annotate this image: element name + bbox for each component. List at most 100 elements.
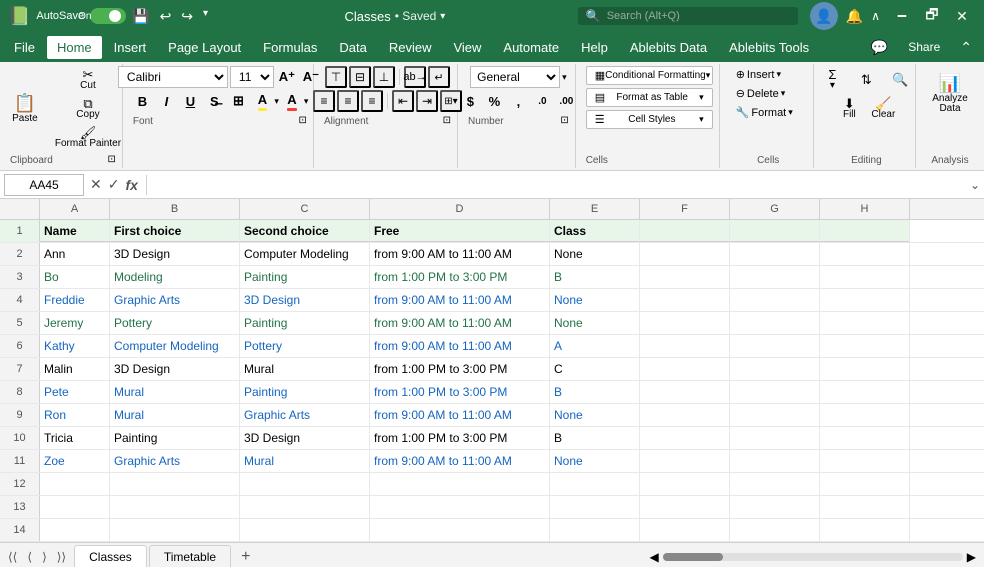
row-number[interactable]: 4 — [0, 289, 40, 311]
col-header-f[interactable]: F — [640, 199, 730, 219]
grid-cell[interactable]: None — [550, 404, 640, 426]
grid-cell[interactable] — [640, 427, 730, 449]
cell-reference-input[interactable] — [4, 174, 84, 196]
add-sheet-button[interactable]: + — [233, 548, 258, 566]
grid-cell[interactable] — [730, 358, 820, 380]
font-expand[interactable]: ⊡ — [299, 115, 307, 126]
grid-cell[interactable]: Painting — [240, 266, 370, 288]
share-button[interactable]: Share — [900, 36, 948, 58]
col-header-e[interactable]: E — [550, 199, 640, 219]
increase-font-button[interactable]: A⁺ — [276, 66, 298, 88]
grid-cell[interactable] — [40, 519, 110, 541]
scroll-left-button[interactable]: ◀ — [650, 550, 659, 564]
grid-cell[interactable] — [550, 519, 640, 541]
italic-button[interactable]: I — [155, 90, 177, 112]
fill-color-button[interactable]: A — [251, 90, 273, 112]
formula-expand-button[interactable]: ⌄ — [970, 178, 980, 192]
menu-view[interactable]: View — [443, 36, 491, 59]
grid-cell[interactable]: Painting — [240, 312, 370, 334]
grid-cell[interactable] — [730, 496, 820, 518]
grid-cell[interactable]: Malin — [40, 358, 110, 380]
grid-cell[interactable] — [820, 450, 910, 472]
table-row[interactable]: 7Malin3D DesignMuralfrom 1:00 PM to 3:00… — [0, 358, 984, 381]
header-cell[interactable]: Name — [40, 220, 110, 242]
grid-cell[interactable] — [730, 289, 820, 311]
grid-cell[interactable] — [820, 266, 910, 288]
grid-cell[interactable]: from 9:00 AM to 11:00 AM — [370, 450, 550, 472]
menu-automate[interactable]: Automate — [493, 36, 569, 59]
copy-button[interactable]: ⧉ Copy — [51, 95, 125, 122]
sheet-tab-next[interactable]: ⟩ — [38, 548, 51, 566]
conditional-formatting-button[interactable]: ▦ Conditional Formatting ▾ — [586, 66, 713, 85]
row-number[interactable]: 14 — [0, 519, 40, 541]
font-name-select[interactable]: Calibri — [118, 66, 228, 88]
grid-cell[interactable] — [640, 358, 730, 380]
grid-cell[interactable] — [640, 404, 730, 426]
grid-cell[interactable]: Painting — [240, 381, 370, 403]
alignment-expand[interactable]: ⊡ — [443, 115, 451, 126]
menu-formulas[interactable]: Formulas — [253, 36, 327, 59]
col-header-g[interactable]: G — [730, 199, 820, 219]
share-icon[interactable]: 🔔 — [846, 8, 863, 25]
row-number[interactable]: 6 — [0, 335, 40, 357]
comma-button[interactable]: , — [507, 90, 529, 112]
grid-cell[interactable] — [240, 519, 370, 541]
grid-cell[interactable] — [730, 473, 820, 495]
grid-cell[interactable] — [640, 335, 730, 357]
header-cell[interactable] — [730, 220, 820, 242]
grid-cell[interactable] — [640, 381, 730, 403]
format-dropdown[interactable]: ▾ — [788, 107, 793, 118]
sum-button[interactable]: Σ ▾ — [816, 66, 848, 93]
title-dropdown[interactable]: ▾ — [440, 11, 445, 22]
grid-cell[interactable]: Ron — [40, 404, 110, 426]
grid-cell[interactable]: 3D Design — [110, 243, 240, 265]
comments-icon[interactable]: 💬 — [863, 35, 896, 60]
indent-increase-button[interactable]: ⇥ — [416, 90, 438, 112]
grid-cell[interactable]: from 1:00 PM to 3:00 PM — [370, 427, 550, 449]
autosave-toggle[interactable]: On — [90, 8, 126, 24]
grid-cell[interactable] — [820, 243, 910, 265]
grid-cell[interactable] — [820, 519, 910, 541]
top-align-button[interactable]: ⊤ — [325, 66, 347, 88]
grid-cell[interactable]: from 9:00 AM to 11:00 AM — [370, 312, 550, 334]
font-color-dropdown[interactable]: ▾ — [304, 96, 309, 107]
grid-cell[interactable] — [110, 496, 240, 518]
header-cell[interactable] — [820, 220, 910, 242]
grid-cell[interactable]: B — [550, 427, 640, 449]
format-table-dropdown[interactable]: ▾ — [699, 92, 704, 103]
fill-button[interactable]: ⬇ Fill — [833, 95, 865, 122]
grid-cell[interactable] — [730, 427, 820, 449]
minimize-button[interactable]: 🗕 — [888, 6, 916, 26]
sheet-tab-timetable[interactable]: Timetable — [149, 545, 231, 567]
menu-ablebits-data[interactable]: Ablebits Data — [620, 36, 717, 59]
grid-cell[interactable]: from 1:00 PM to 3:00 PM — [370, 381, 550, 403]
indent-decrease-button[interactable]: ⇤ — [392, 90, 414, 112]
grid-cell[interactable] — [550, 473, 640, 495]
table-row[interactable]: 1NameFirst choiceSecond choiceFreeClass — [0, 220, 984, 243]
underline-button[interactable]: U — [179, 90, 201, 112]
clipboard-expand[interactable]: ⊡ — [108, 154, 116, 165]
grid-body[interactable]: 1NameFirst choiceSecond choiceFreeClass2… — [0, 220, 984, 542]
grid-cell[interactable] — [640, 289, 730, 311]
grid-cell[interactable] — [820, 289, 910, 311]
insert-button[interactable]: ⊕ Insert ▾ — [730, 66, 807, 83]
row-number[interactable]: 1 — [0, 220, 40, 242]
save-icon[interactable]: 💾 — [132, 8, 149, 25]
currency-button[interactable]: $ — [459, 90, 481, 112]
grid-cell[interactable] — [640, 519, 730, 541]
row-number[interactable]: 7 — [0, 358, 40, 380]
row-number[interactable]: 8 — [0, 381, 40, 403]
grid-cell[interactable]: B — [550, 266, 640, 288]
sheet-tab-last[interactable]: ⟩⟩ — [53, 548, 70, 566]
grid-cell[interactable]: Graphic Arts — [240, 404, 370, 426]
grid-cell[interactable]: C — [550, 358, 640, 380]
grid-cell[interactable]: Jeremy — [40, 312, 110, 334]
grid-cell[interactable]: A — [550, 335, 640, 357]
grid-cell[interactable] — [820, 496, 910, 518]
grid-cell[interactable] — [820, 335, 910, 357]
grid-cell[interactable]: Mural — [110, 404, 240, 426]
grid-cell[interactable]: Painting — [110, 427, 240, 449]
grid-cell[interactable] — [730, 266, 820, 288]
grid-cell[interactable]: Mural — [240, 358, 370, 380]
grid-cell[interactable] — [110, 473, 240, 495]
